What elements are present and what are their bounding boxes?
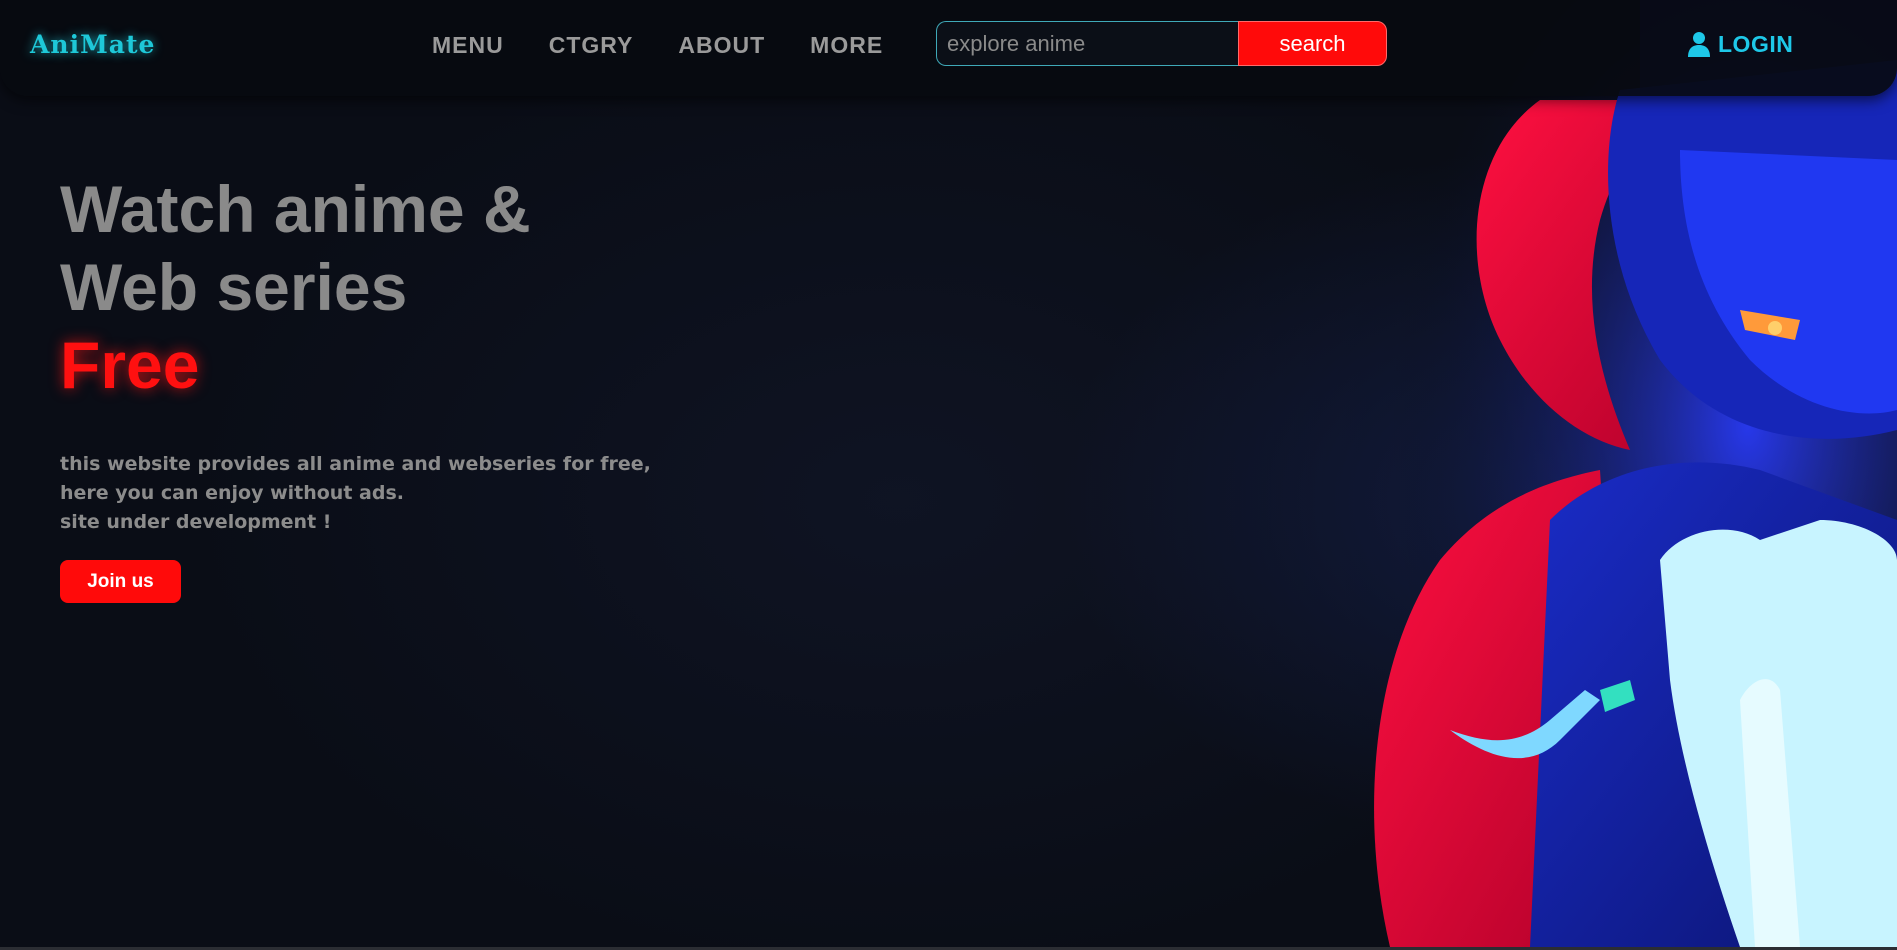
headline-line-2: Web series (60, 250, 408, 324)
brand-logo[interactable]: AniMate (30, 28, 155, 62)
headline-line-1: Watch anime & (60, 172, 531, 246)
description-line: this website provides all anime and webs… (60, 453, 651, 475)
search-input[interactable] (936, 21, 1238, 66)
nav-link-menu[interactable]: MENU (432, 27, 504, 63)
login-link[interactable]: LOGIN (1688, 26, 1793, 62)
description-line: here you can enjoy without ads. (60, 482, 404, 504)
hero-headline: Watch anime & Web series Free (60, 170, 760, 404)
headline-accent-free: Free (60, 328, 200, 402)
top-navbar: AniMate MENU CTGRY ABOUT MORE search LOG… (0, 0, 1897, 96)
user-icon (1688, 31, 1710, 57)
login-label: LOGIN (1718, 30, 1794, 57)
nav-link-about[interactable]: ABOUT (678, 27, 765, 63)
hero-description: this website provides all anime and webs… (60, 450, 760, 537)
hero-section: Watch anime & Web series Free this websi… (60, 170, 760, 603)
nav-link-category[interactable]: CTGRY (549, 27, 634, 63)
description-line: site under development ! (60, 511, 332, 533)
search-form: search (936, 21, 1387, 66)
anime-character-illustration (1300, 0, 1897, 947)
join-us-button[interactable]: Join us (60, 560, 181, 603)
search-button[interactable]: search (1238, 21, 1387, 66)
nav-link-more[interactable]: MORE (810, 27, 883, 63)
nav-links: MENU CTGRY ABOUT MORE (432, 27, 883, 63)
